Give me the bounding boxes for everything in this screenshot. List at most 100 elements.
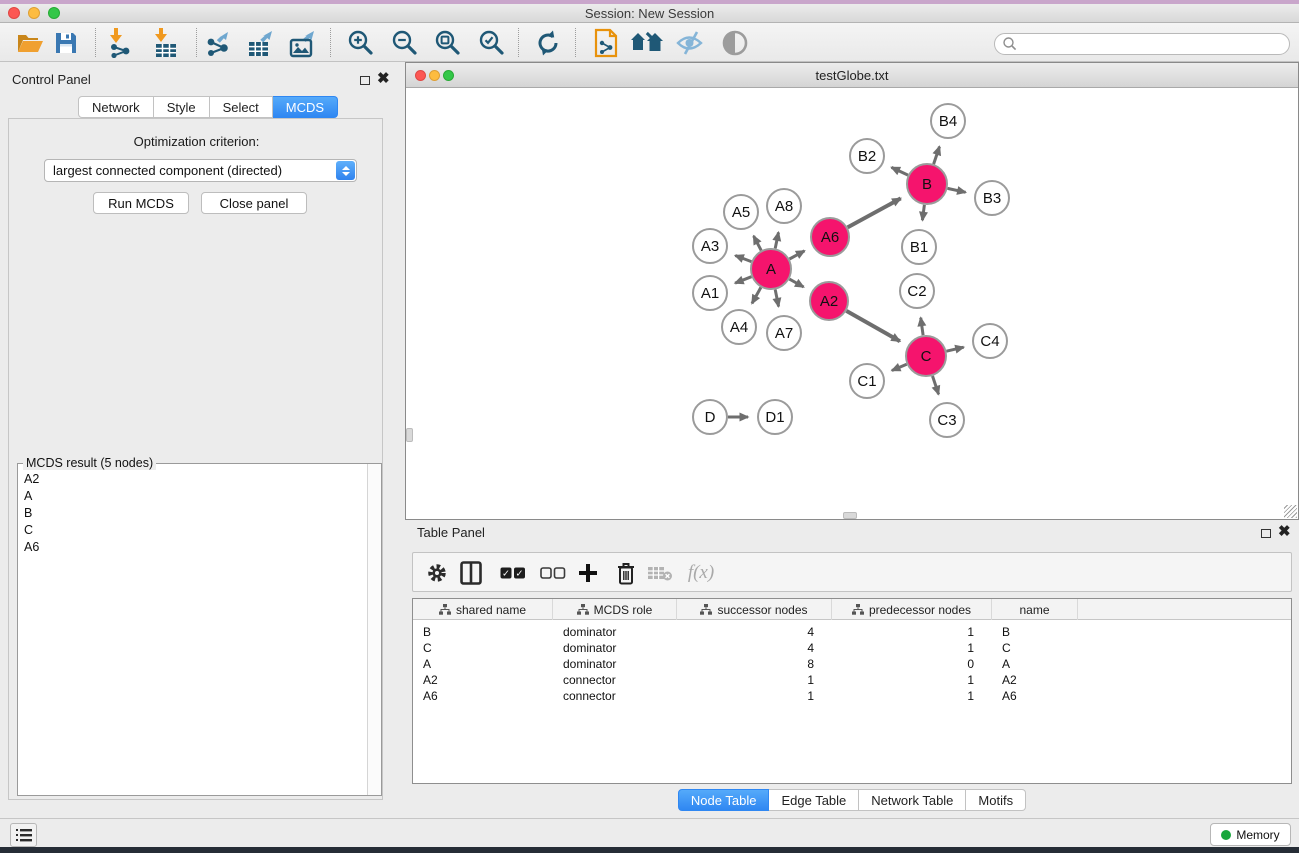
save-session-icon[interactable]: [49, 27, 83, 59]
close-panel-button[interactable]: Close panel: [201, 192, 307, 214]
column-header-shared-name[interactable]: shared name: [413, 599, 553, 620]
edge-A2-C[interactable]: [846, 311, 900, 341]
table-cell[interactable]: A: [1002, 656, 1076, 672]
network-graph[interactable]: AA1A2A3A4A5A6A7A8BB1B2B3B4CC1C2C3C4DD1: [406, 88, 1298, 519]
edge-C-C1[interactable]: [892, 364, 907, 370]
table-cell[interactable]: A6: [1002, 688, 1076, 704]
table-cell[interactable]: dominator: [563, 656, 675, 672]
zoom-in-icon[interactable]: [344, 27, 378, 59]
tab-select[interactable]: Select: [210, 96, 273, 118]
table-float-panel-icon[interactable]: [1261, 529, 1271, 538]
table-cell[interactable]: 4: [677, 624, 814, 640]
criterion-dropdown[interactable]: largest connected component (directed): [44, 159, 357, 182]
table-cell[interactable]: 1: [677, 688, 814, 704]
zoom-selected-icon[interactable]: [475, 27, 509, 59]
tab-edge-table[interactable]: Edge Table: [769, 789, 859, 811]
table-cell[interactable]: A: [423, 656, 551, 672]
tab-node-table[interactable]: Node Table: [678, 789, 770, 811]
task-history-button[interactable]: [10, 823, 37, 847]
home-views-icon[interactable]: [630, 27, 664, 59]
tab-network[interactable]: Network: [78, 96, 154, 118]
edge-A-A4[interactable]: [752, 287, 761, 303]
deselect-all-checkboxes-icon[interactable]: [537, 557, 569, 589]
zoom-out-icon[interactable]: [388, 27, 422, 59]
table-cell[interactable]: A6: [423, 688, 551, 704]
memory-button[interactable]: Memory: [1210, 823, 1291, 846]
edge-A-A2[interactable]: [789, 279, 803, 287]
table-cell[interactable]: B: [423, 624, 551, 640]
import-network-icon[interactable]: [104, 27, 138, 59]
show-graphics-details-icon[interactable]: [718, 27, 752, 59]
table-cell[interactable]: A2: [1002, 672, 1076, 688]
edge-A-A6[interactable]: [790, 251, 805, 259]
run-mcds-button[interactable]: Run MCDS: [93, 192, 189, 214]
network-view-canvas[interactable]: AA1A2A3A4A5A6A7A8BB1B2B3B4CC1C2C3C4DD1: [406, 88, 1298, 519]
table-cell[interactable]: dominator: [563, 624, 675, 640]
delete-column-icon[interactable]: [610, 557, 642, 589]
table-cell[interactable]: 4: [677, 640, 814, 656]
window-resize-grip[interactable]: [1284, 505, 1297, 518]
zoom-fit-icon[interactable]: [431, 27, 465, 59]
import-table-icon[interactable]: [149, 27, 183, 59]
column-header-successor-nodes[interactable]: successor nodes: [677, 599, 832, 620]
table-cell[interactable]: 1: [832, 624, 974, 640]
export-image-icon[interactable]: [286, 27, 320, 59]
network-window-titlebar[interactable]: testGlobe.txt: [406, 63, 1298, 88]
table-cell[interactable]: 0: [832, 656, 974, 672]
table-cell[interactable]: 1: [832, 688, 974, 704]
vertical-scroll-thumb[interactable]: [406, 428, 413, 442]
edge-B-B3[interactable]: [948, 188, 966, 192]
edge-B-B1[interactable]: [922, 205, 924, 220]
table-close-panel-icon[interactable]: ✖: [1278, 523, 1291, 541]
main-toolbar: [0, 23, 1299, 62]
table-cell[interactable]: B: [1002, 624, 1076, 640]
table-cell[interactable]: C: [423, 640, 551, 656]
select-all-checkboxes-icon[interactable]: ✓✓: [497, 557, 529, 589]
edge-A-A5[interactable]: [754, 236, 762, 251]
split-pane-icon[interactable]: [455, 557, 487, 589]
tab-mcds[interactable]: MCDS: [273, 96, 338, 118]
edge-A-A8[interactable]: [775, 232, 778, 248]
table-cell[interactable]: 8: [677, 656, 814, 672]
table-cell[interactable]: C: [1002, 640, 1076, 656]
edge-A-A3[interactable]: [735, 256, 751, 262]
table-cell[interactable]: 1: [832, 672, 974, 688]
table-cell[interactable]: A2: [423, 672, 551, 688]
edge-A-A1[interactable]: [735, 277, 751, 283]
column-header-predecessor-nodes[interactable]: predecessor nodes: [832, 599, 992, 620]
table-cell[interactable]: 1: [832, 640, 974, 656]
tab-style[interactable]: Style: [154, 96, 210, 118]
settings-gear-icon[interactable]: [421, 557, 453, 589]
export-network-icon[interactable]: [202, 27, 236, 59]
column-header-MCDS-role[interactable]: MCDS role: [553, 599, 677, 620]
export-table-icon[interactable]: [244, 27, 278, 59]
column-header-name[interactable]: name: [992, 599, 1078, 620]
open-session-icon[interactable]: [13, 27, 47, 59]
edge-C-C4[interactable]: [946, 347, 963, 351]
add-column-icon[interactable]: [572, 557, 604, 589]
search-input[interactable]: [1018, 35, 1289, 53]
horizontal-scroll-thumb[interactable]: [843, 512, 857, 519]
delete-table-icon[interactable]: [644, 557, 676, 589]
edge-A6-B[interactable]: [848, 198, 901, 227]
edge-C-C2[interactable]: [921, 318, 923, 336]
result-scrollbar[interactable]: [367, 464, 381, 795]
network-from-selection-icon[interactable]: [589, 27, 623, 59]
toolbar-search-field[interactable]: [994, 33, 1290, 55]
table-cell[interactable]: connector: [563, 672, 675, 688]
hide-graphics-details-icon[interactable]: [673, 27, 707, 59]
table-cell[interactable]: connector: [563, 688, 675, 704]
edge-B-B2[interactable]: [892, 167, 909, 175]
table-cell[interactable]: dominator: [563, 640, 675, 656]
table-cell[interactable]: 1: [677, 672, 814, 688]
float-panel-icon[interactable]: [360, 76, 370, 85]
tab-network-table[interactable]: Network Table: [859, 789, 966, 811]
tab-motifs[interactable]: Motifs: [966, 789, 1026, 811]
edge-B-B4[interactable]: [934, 147, 940, 165]
edge-A-A7[interactable]: [775, 290, 778, 307]
node-label-A8: A8: [775, 198, 793, 215]
close-panel-icon[interactable]: ✖: [377, 70, 390, 88]
edge-C-C3[interactable]: [933, 376, 939, 394]
function-builder-icon[interactable]: f(x): [685, 557, 717, 589]
refresh-layout-icon[interactable]: [531, 27, 565, 59]
